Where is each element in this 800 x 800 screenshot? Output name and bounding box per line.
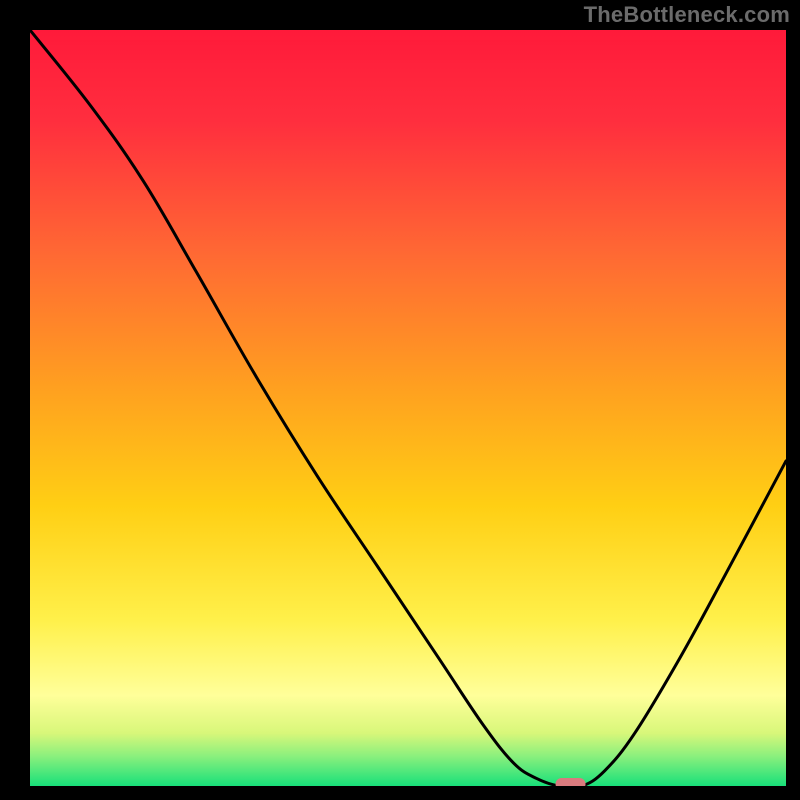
- bottleneck-chart: [0, 0, 800, 800]
- chart-frame: TheBottleneck.com: [0, 0, 800, 800]
- watermark-text: TheBottleneck.com: [584, 2, 790, 28]
